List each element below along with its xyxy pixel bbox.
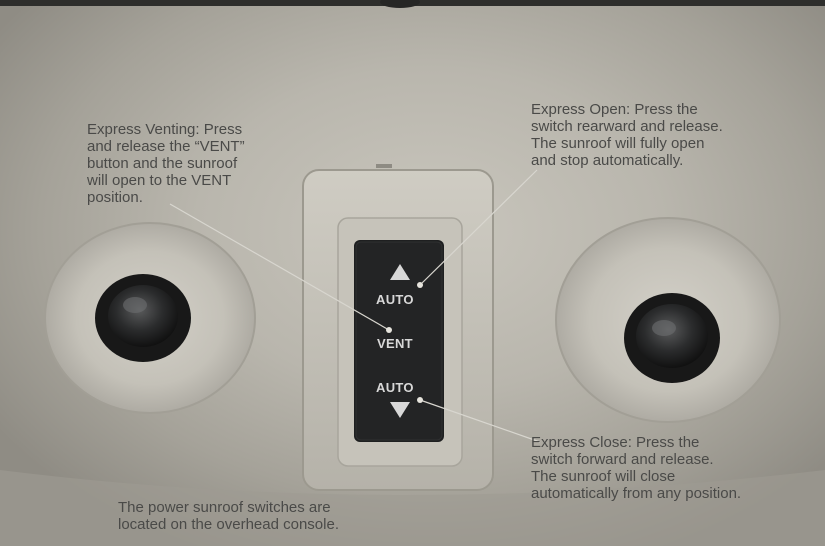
dot-close	[417, 397, 423, 403]
express-close-callout: Express Close: Press the switch forward …	[531, 434, 742, 502]
dot-open	[417, 282, 423, 288]
dot-vent	[386, 327, 392, 333]
photo-frame: AUTO VENT AUTO Express Venting: Press an…	[0, 0, 825, 546]
vent-label: VENT	[377, 336, 413, 351]
right-map-lamp	[555, 217, 781, 423]
express-open-callout: Express Open: Press the switch rearward …	[531, 101, 723, 169]
photo-caption: The power sunroof switches are located o…	[118, 499, 339, 533]
left-map-lamp	[44, 222, 256, 414]
auto-open-label: AUTO	[376, 292, 414, 307]
express-venting-callout: Express Venting: Press and release the “…	[87, 121, 245, 206]
auto-close-label: AUTO	[376, 380, 414, 395]
top-fixture	[380, 0, 420, 8]
